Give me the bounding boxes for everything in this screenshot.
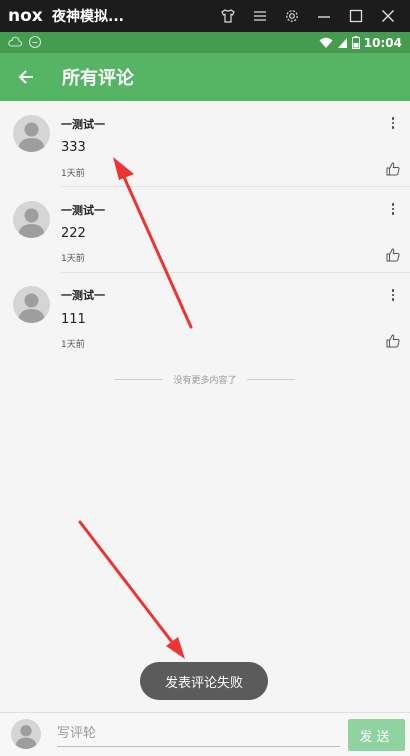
signal-icon xyxy=(337,37,347,48)
maximize-icon[interactable] xyxy=(340,0,372,32)
status-bar: 10:04 xyxy=(0,32,410,53)
nox-icon xyxy=(28,35,42,49)
list-item: 一测试一 222 1天前 xyxy=(0,187,410,273)
no-more-text: 没有更多内容了 xyxy=(173,375,237,386)
comment-time: 1天前 xyxy=(61,169,85,179)
comment-time: 1天前 xyxy=(61,340,85,350)
list-item: 一测试一 111 1天前 xyxy=(0,273,410,359)
comment-time: 1天前 xyxy=(61,254,85,264)
minimize-icon[interactable] xyxy=(308,0,340,32)
comment-text: 333 xyxy=(61,140,86,155)
arrow-left-icon xyxy=(18,70,33,84)
divider xyxy=(115,378,164,380)
cloud-icon xyxy=(8,36,22,47)
more-options-icon[interactable] xyxy=(388,115,398,131)
thumbs-up-icon[interactable] xyxy=(386,162,400,176)
menu-icon[interactable] xyxy=(244,0,276,32)
more-options-icon[interactable] xyxy=(388,287,398,303)
shirt-icon[interactable] xyxy=(212,0,244,32)
avatar xyxy=(11,719,41,749)
more-options-icon[interactable] xyxy=(388,201,398,217)
emulator-title-bar: nox 夜神模拟... xyxy=(0,0,410,32)
comment-text: 222 xyxy=(61,226,86,241)
gear-icon[interactable] xyxy=(276,0,308,32)
toast-message: 发表评论失败 xyxy=(140,662,268,700)
divider xyxy=(246,378,295,380)
emulator-title: 夜神模拟... xyxy=(52,9,124,25)
back-button[interactable] xyxy=(0,53,52,101)
send-button[interactable]: 发送 xyxy=(348,719,405,751)
comment-author: 一测试一 xyxy=(61,289,105,302)
battery-icon xyxy=(351,36,360,49)
thumbs-up-icon[interactable] xyxy=(386,248,400,262)
comment-input[interactable] xyxy=(57,721,340,747)
page-title: 所有评论 xyxy=(62,68,134,89)
comment-author: 一测试一 xyxy=(61,118,105,131)
status-time: 10:04 xyxy=(363,35,402,50)
nox-logo: nox xyxy=(8,6,43,26)
app-bar: 所有评论 xyxy=(0,53,410,101)
list-item: 一测试一 333 1天前 xyxy=(0,101,410,187)
avatar[interactable] xyxy=(13,115,50,152)
emulator-controls xyxy=(212,0,404,32)
annotation-arrow-down xyxy=(78,520,185,659)
close-icon[interactable] xyxy=(372,0,404,32)
no-more-indicator: 没有更多内容了 xyxy=(0,372,410,386)
wifi-icon xyxy=(319,37,333,48)
thumbs-up-icon[interactable] xyxy=(386,334,400,348)
avatar[interactable] xyxy=(13,286,50,323)
avatar[interactable] xyxy=(13,201,50,238)
comment-input-bar: 发送 xyxy=(0,712,410,756)
comment-author: 一测试一 xyxy=(61,204,105,217)
toast-text: 发表评论失败 xyxy=(164,675,243,691)
comment-text: 111 xyxy=(61,312,86,327)
